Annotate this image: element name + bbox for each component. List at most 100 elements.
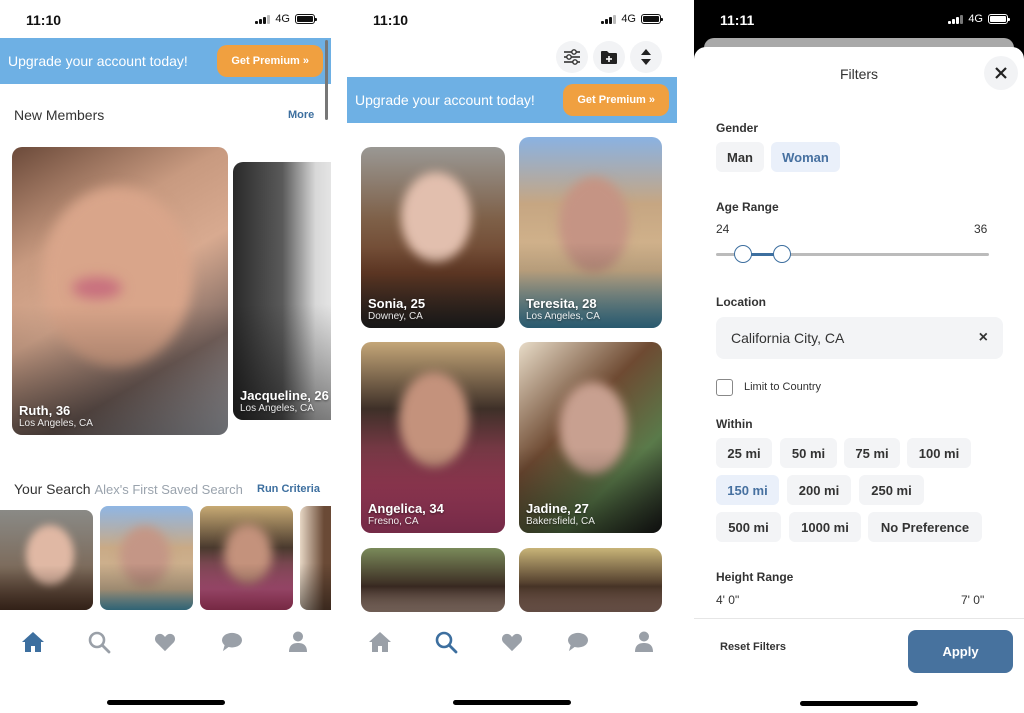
profile-icon [288,631,307,652]
tab-search[interactable] [426,622,466,662]
tab-likes[interactable] [145,622,185,662]
upgrade-message: Upgrade your account today! [8,53,188,69]
member-location: Los Angeles, CA [19,418,93,429]
result-photo [559,177,629,272]
filters-button[interactable] [556,41,588,73]
within-option[interactable]: 500 mi [716,512,781,542]
status-time: 11:11 [720,12,755,28]
get-premium-button[interactable]: Get Premium » [563,84,669,116]
tab-profile[interactable] [278,622,318,662]
within-option[interactable]: 100 mi [907,438,971,468]
search-result-thumb[interactable] [0,510,93,610]
search-icon [435,631,458,654]
within-option[interactable]: 200 mi [787,475,851,505]
your-search-heading: Your Search Alex's First Saved Search [14,481,243,497]
result-card[interactable] [361,548,505,612]
tab-bar [347,612,677,672]
folder-plus-icon [601,50,617,64]
result-name: Sonia, 25 [368,296,426,311]
result-location: Fresno, CA [368,516,419,527]
gender-option-woman[interactable]: Woman [771,142,840,172]
member-name: Ruth, 36 [19,403,71,418]
scrollbar[interactable] [325,40,328,120]
save-search-button[interactable] [593,41,625,73]
age-min-handle[interactable] [734,245,753,263]
search-result-thumb[interactable] [300,506,331,610]
within-option[interactable]: 1000 mi [789,512,861,542]
location-value: California City, CA [731,330,845,346]
tab-messages[interactable] [558,622,598,662]
clear-location-icon[interactable]: × [979,329,988,347]
close-button[interactable] [984,56,1018,90]
apply-button[interactable]: Apply [908,630,1013,673]
result-photo [559,382,627,474]
filters-footer: Reset Filters Apply [694,618,1024,713]
tab-messages[interactable] [212,622,252,662]
network-label: 4G [621,13,636,25]
result-location: Los Angeles, CA [526,311,600,322]
age-max-handle[interactable] [772,245,791,263]
location-input[interactable]: California City, CA × [716,317,1003,359]
result-card[interactable]: Angelica, 34 Fresno, CA [361,342,505,533]
tab-home[interactable] [13,622,53,662]
gender-label: Gender [716,121,759,135]
height-min-value: 4' 0" [716,593,740,607]
thumb-photo [224,524,272,584]
home-screen: 11:10 4G Upgrade your account today! Get… [0,0,331,713]
get-premium-button[interactable]: Get Premium » [217,45,323,77]
status-time: 11:10 [373,12,409,28]
result-name: Teresita, 28 [526,296,597,311]
tab-profile[interactable] [624,622,664,662]
status-bar: 11:11 4G [694,0,1024,38]
member-photo [42,187,192,367]
height-range-label: Height Range [716,570,794,584]
within-option[interactable]: 75 mi [844,438,900,468]
profile-icon [635,631,653,652]
reset-filters-button[interactable]: Reset Filters [720,641,786,653]
member-card[interactable]: Ruth, 36 Los Angeles, CA [12,147,228,435]
result-name: Angelica, 34 [368,501,444,516]
result-card[interactable] [519,548,662,612]
sort-icon [641,49,651,65]
status-bar: 11:10 4G [0,0,331,38]
more-link[interactable]: More [288,109,314,121]
search-result-thumb[interactable] [200,506,293,610]
limit-to-country-checkbox[interactable] [716,379,733,396]
tab-likes[interactable] [492,622,532,662]
your-search-title: Your Search [14,481,91,497]
result-card[interactable]: Sonia, 25 Downey, CA [361,147,505,328]
within-option[interactable]: No Preference [868,512,982,542]
result-name: Jadine, 27 [526,501,589,516]
member-card[interactable]: Jacqueline, 26 Los Angeles, CA [233,162,331,420]
filters-sheet: Filters Gender Man Woman Age Range 24 36… [694,47,1024,713]
home-icon [22,632,45,652]
sort-button[interactable] [630,41,662,73]
within-option[interactable]: 250 mi [859,475,924,505]
screenshot-triptych: 11:10 4G Upgrade your account today! Get… [0,0,1024,713]
status-bar: 11:10 4G [347,0,677,38]
home-indicator [453,700,571,705]
filters-screen: 11:11 4G Filters Gender Man Woman Age Ra… [694,0,1024,713]
search-result-thumb[interactable] [100,506,193,610]
within-option[interactable]: 50 mi [780,438,837,468]
result-card[interactable]: Teresita, 28 Los Angeles, CA [519,137,662,328]
run-criteria-link[interactable]: Run Criteria [257,483,320,495]
chat-icon [568,632,588,652]
battery-icon [988,14,1010,24]
result-card[interactable]: Jadine, 27 Bakersfield, CA [519,342,662,533]
member-name: Jacqueline, 26 [240,388,329,403]
age-min-value: 24 [716,222,730,236]
tab-search[interactable] [79,622,119,662]
upgrade-message: Upgrade your account today! [355,92,535,108]
photo-detail [72,277,122,299]
home-icon [369,632,391,652]
search-icon [88,631,111,654]
saved-search-name: Alex's First Saved Search [94,482,243,497]
tab-home[interactable] [360,622,400,662]
within-option[interactable]: 25 mi [716,438,772,468]
age-range-slider[interactable] [716,245,989,263]
result-photo [401,172,471,262]
within-option-selected[interactable]: 150 mi [716,475,779,505]
gender-option-man[interactable]: Man [716,142,764,172]
upgrade-banner: Upgrade your account today! Get Premium … [347,77,677,123]
